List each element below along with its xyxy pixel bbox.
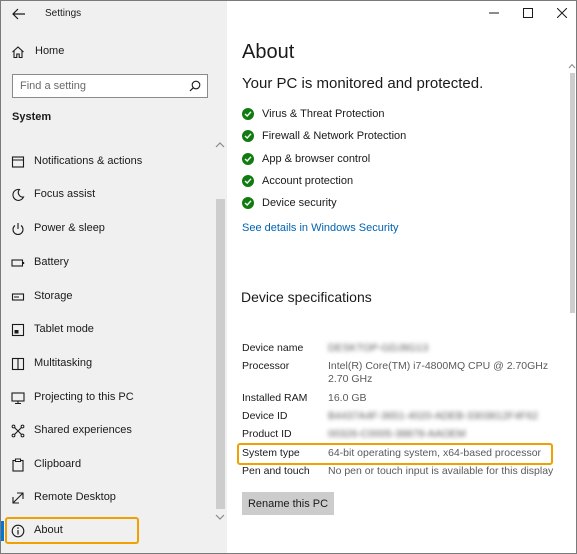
back-arrow-icon: [12, 8, 25, 20]
page-title: About: [242, 41, 295, 63]
protection-label: Device security: [262, 197, 337, 209]
maximize-button[interactable]: [517, 5, 539, 21]
spec-key: Device ID: [242, 410, 288, 422]
back-button[interactable]: [9, 5, 29, 23]
security-status-heading: Your PC is monitored and protected.: [242, 75, 484, 92]
protection-label: App & browser control: [262, 153, 371, 165]
sidebar-item-remote-desktop[interactable]: Remote Desktop: [1, 485, 213, 511]
check-circle-icon: [242, 108, 254, 120]
search-input[interactable]: Find a setting: [12, 74, 208, 98]
sidebar-item-label: Remote Desktop: [34, 491, 116, 503]
close-icon: [557, 8, 567, 18]
sidebar-scrollbar[interactable]: [216, 199, 225, 509]
spec-row-pen-touch: Pen and touch No pen or touch input is a…: [242, 465, 572, 481]
main-scrollbar[interactable]: [568, 63, 576, 323]
scroll-up-arrow-icon[interactable]: [568, 63, 576, 69]
sidebar-item-clipboard[interactable]: Clipboard: [1, 452, 213, 478]
spec-key: Device name: [242, 342, 304, 354]
minimize-button[interactable]: [483, 5, 505, 21]
sidebar-item-storage[interactable]: Storage: [1, 284, 213, 310]
shared-experiences-icon: [11, 424, 25, 438]
scroll-down-arrow-icon[interactable]: [215, 513, 225, 521]
moon-icon: [12, 188, 25, 201]
spec-value: B4437A4F-3651-4020-ADEB-3303812F4F62: [328, 410, 539, 422]
protection-item: Firewall & Network Protection: [242, 128, 562, 148]
sidebar-item-multitasking[interactable]: Multitasking: [1, 351, 213, 377]
sidebar-item-focus-assist[interactable]: Focus assist: [1, 182, 213, 208]
sidebar-item-notifications[interactable]: Notifications & actions: [1, 149, 213, 175]
sidebar-item-battery[interactable]: Battery: [1, 250, 213, 276]
spec-value: 16.0 GB: [328, 392, 367, 404]
home-icon: [12, 46, 24, 59]
section-title: System: [12, 111, 52, 123]
sidebar-item-label: Battery: [34, 256, 69, 268]
protection-label: Virus & Threat Protection: [262, 108, 385, 120]
check-circle-icon: [242, 153, 254, 165]
protection-item: App & browser control: [242, 151, 562, 171]
spec-value: 00326-C0005-38878-AAOEM: [328, 428, 466, 440]
spec-row-processor: Processor Intel(R) Core(TM) i7-4800MQ CP…: [242, 360, 572, 388]
scroll-thumb[interactable]: [570, 73, 575, 313]
check-circle-icon: [242, 175, 254, 187]
protection-item: Virus & Threat Protection: [242, 106, 562, 126]
spec-row-product-id: Product ID 00326-C0005-38878-AAOEM: [242, 428, 572, 444]
sidebar-item-label: Projecting to this PC: [34, 391, 134, 403]
close-button[interactable]: [551, 5, 573, 21]
home-label: Home: [35, 45, 65, 57]
sidebar-item-shared-experiences[interactable]: Shared experiences: [1, 418, 213, 444]
maximize-icon: [523, 8, 533, 18]
scroll-up-arrow-icon[interactable]: [215, 141, 225, 149]
protection-label: Account protection: [262, 175, 354, 187]
battery-icon: [11, 259, 25, 267]
sidebar-item-label: Shared experiences: [34, 424, 132, 436]
spec-key: Installed RAM: [242, 392, 308, 404]
sidebar: Settings Home Find a setting System Noti…: [1, 1, 227, 553]
sidebar-item-tablet-mode[interactable]: Tablet mode: [1, 317, 213, 343]
home-nav-item[interactable]: Home: [1, 41, 227, 65]
spec-key: Processor: [242, 360, 290, 372]
notifications-icon: [11, 156, 25, 168]
sidebar-item-projecting[interactable]: Projecting to this PC: [1, 385, 213, 411]
main-content: About Your PC is monitored and protected…: [227, 1, 576, 553]
projecting-icon: [11, 392, 25, 405]
spec-value: DESKTOP-GDJ8G13: [328, 342, 429, 354]
tablet-mode-icon: [11, 323, 25, 337]
spec-key: Pen and touch: [242, 465, 310, 477]
multitasking-icon: [11, 357, 25, 371]
protection-item: Device security: [242, 195, 562, 215]
spec-value: Intel(R) Core(TM) i7-4800MQ CPU @ 2.70GH…: [328, 360, 549, 385]
about-highlight-box: [5, 517, 139, 544]
power-icon: [12, 223, 24, 236]
spec-key: Product ID: [242, 428, 292, 440]
rename-pc-button[interactable]: Rename this PC: [242, 492, 334, 515]
spec-row-installed-ram: Installed RAM 16.0 GB: [242, 392, 572, 408]
sidebar-item-label: Clipboard: [34, 458, 82, 470]
device-specs-heading: Device specifications: [241, 289, 372, 305]
spec-row-device-name: Device name DESKTOP-GDJ8G13: [242, 342, 572, 358]
search-icon[interactable]: [189, 80, 201, 92]
remote-desktop-icon: [12, 492, 24, 504]
windows-security-link[interactable]: See details in Windows Security: [242, 222, 399, 234]
title-bar: Settings: [1, 1, 227, 29]
check-circle-icon: [242, 197, 254, 209]
app-title: Settings: [45, 8, 82, 19]
search-placeholder: Find a setting: [20, 80, 87, 92]
storage-icon: [11, 293, 25, 301]
sidebar-item-label: Multitasking: [34, 357, 93, 369]
system-type-highlight-box: [237, 443, 553, 465]
protection-item: Account protection: [242, 173, 562, 193]
sidebar-item-label: Notifications & actions: [34, 155, 143, 167]
settings-window: Settings Home Find a setting System Noti…: [0, 0, 577, 554]
minimize-icon: [489, 12, 499, 14]
protection-label: Firewall & Network Protection: [262, 130, 407, 142]
spec-row-device-id: Device ID B4437A4F-3651-4020-ADEB-330381…: [242, 410, 572, 426]
check-circle-icon: [242, 130, 254, 142]
sidebar-item-label: Power & sleep: [34, 222, 105, 234]
clipboard-icon: [12, 458, 24, 472]
sidebar-item-label: Storage: [34, 290, 73, 302]
spec-value: No pen or touch input is available for t…: [328, 465, 554, 477]
sidebar-item-power-sleep[interactable]: Power & sleep: [1, 216, 213, 242]
sidebar-item-label: Tablet mode: [34, 323, 94, 335]
sidebar-item-label: Focus assist: [34, 188, 96, 200]
